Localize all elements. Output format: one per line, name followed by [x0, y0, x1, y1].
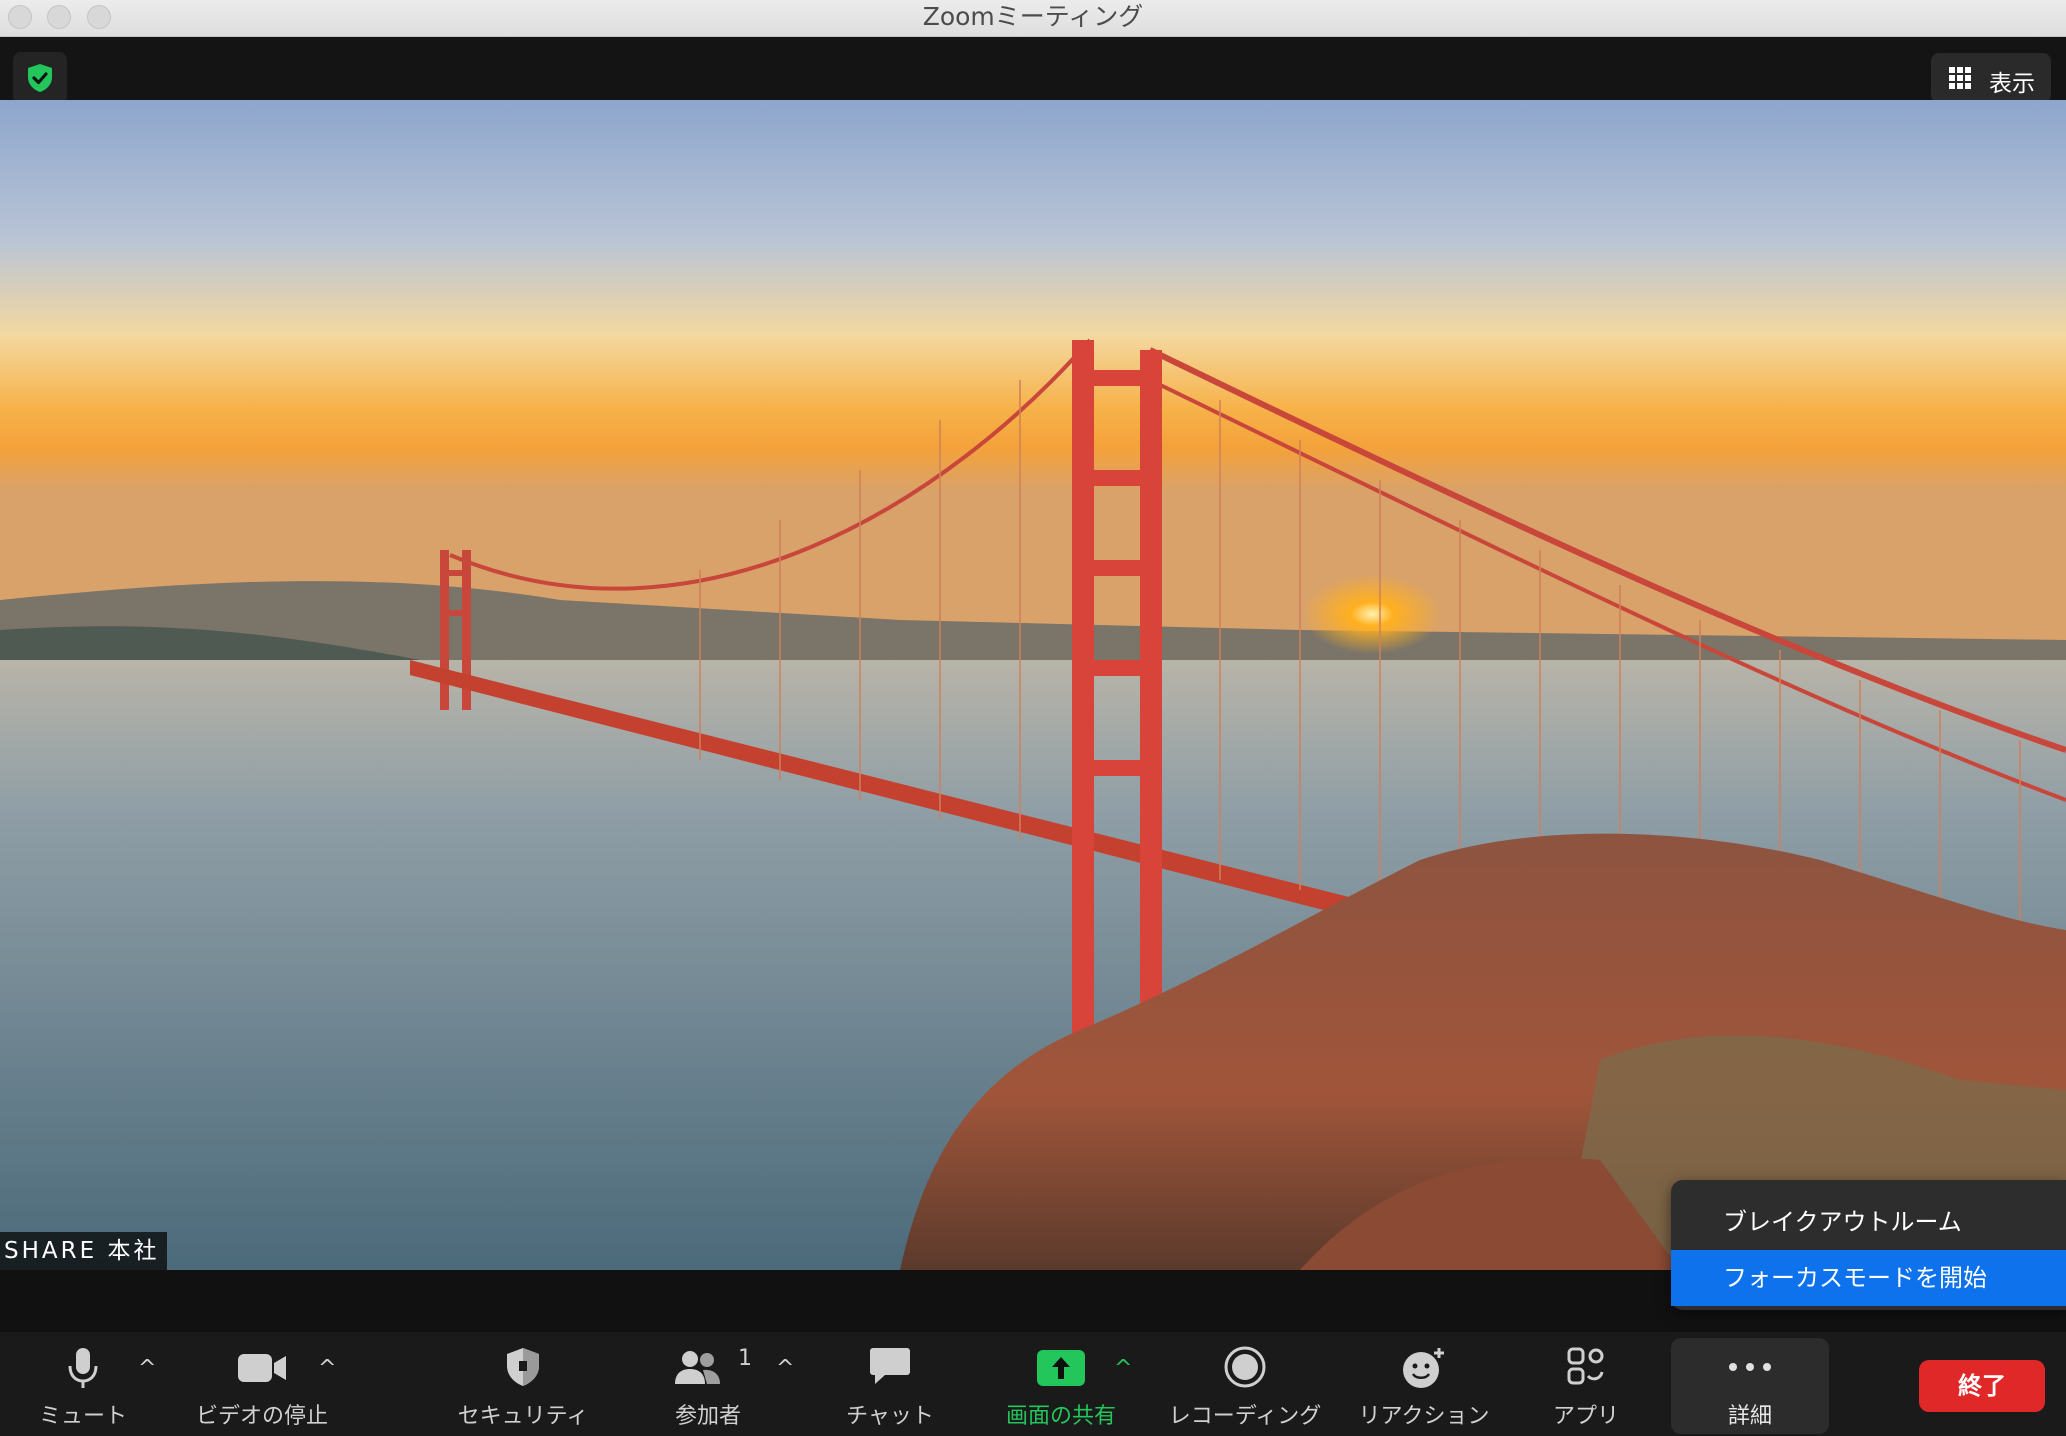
- more-options-menu: ブレイクアウトルーム フォーカスモードを開始: [1671, 1180, 2066, 1310]
- shield-check-icon: [28, 64, 52, 92]
- video-camera-icon: [238, 1354, 286, 1382]
- record-circle-icon: [1224, 1346, 1266, 1388]
- microphone-icon: [68, 1348, 98, 1388]
- apps-label: アプリ: [1552, 1404, 1619, 1429]
- stop-video-button[interactable]: ビデオの停止: [188, 1332, 336, 1436]
- grid-icon: [1949, 67, 1971, 89]
- end-meeting-button[interactable]: 終了: [1919, 1360, 2045, 1412]
- video-area: SHARE 本社: [0, 100, 2066, 1270]
- apps-icon: [1567, 1347, 1604, 1385]
- meeting-toolbar: ミュート ^ ビデオの停止 ^ セキュリティ 1 参加者 ^ チャット 画面の共…: [0, 1332, 2066, 1436]
- share-options-caret-icon[interactable]: ^: [1114, 1356, 1132, 1381]
- share-arrow-icon: [1037, 1350, 1085, 1386]
- meeting-top-bar: 表示: [0, 37, 2066, 104]
- view-button[interactable]: 表示: [1931, 53, 2051, 103]
- menu-item-start-focus-mode[interactable]: フォーカスモードを開始: [1671, 1250, 2066, 1306]
- stop-video-label: ビデオの停止: [195, 1404, 328, 1429]
- golden-gate-background-image: [0, 100, 2066, 1270]
- encryption-button[interactable]: [13, 52, 67, 104]
- view-label: 表示: [1989, 71, 2035, 97]
- people-icon: [674, 1351, 720, 1384]
- window-titlebar: Zoomミーティング: [0, 0, 2066, 37]
- share-screen-button[interactable]: 画面の共有: [1002, 1332, 1120, 1436]
- participants-caret-icon[interactable]: ^: [776, 1356, 794, 1381]
- more-label: 詳細: [1727, 1404, 1772, 1429]
- chat-label: チャット: [846, 1404, 934, 1429]
- window-title: Zoomミーティング: [922, 2, 1144, 31]
- video-options-caret-icon[interactable]: ^: [318, 1356, 336, 1381]
- security-button[interactable]: セキュリティ: [450, 1332, 596, 1436]
- recording-button[interactable]: レコーディング: [1164, 1332, 1326, 1436]
- ellipsis-icon: [1729, 1363, 1771, 1371]
- mute-button[interactable]: ミュート: [22, 1332, 144, 1436]
- participants-button[interactable]: 1 参加者: [662, 1332, 754, 1436]
- audio-options-caret-icon[interactable]: ^: [138, 1356, 156, 1381]
- apps-button[interactable]: アプリ: [1536, 1332, 1636, 1436]
- chat-button[interactable]: チャット: [832, 1332, 948, 1436]
- smile-plus-icon: [1403, 1348, 1444, 1388]
- chat-bubble-icon: [870, 1348, 910, 1384]
- menu-item-breakout-rooms[interactable]: ブレイクアウトルーム: [1671, 1194, 2066, 1250]
- share-screen-label: 画面の共有: [1005, 1404, 1116, 1429]
- participant-count: 1: [738, 1346, 752, 1371]
- shield-icon: [507, 1348, 539, 1386]
- recording-label: レコーディング: [1168, 1404, 1322, 1429]
- reactions-button[interactable]: リアクション: [1354, 1332, 1494, 1436]
- reactions-label: リアクション: [1358, 1404, 1490, 1429]
- more-button[interactable]: 詳細: [1671, 1338, 1829, 1434]
- security-label: セキュリティ: [457, 1404, 589, 1429]
- mute-label: ミュート: [38, 1404, 127, 1429]
- participant-name-tag: SHARE 本社: [0, 1232, 168, 1270]
- participants-label: 参加者: [674, 1404, 741, 1429]
